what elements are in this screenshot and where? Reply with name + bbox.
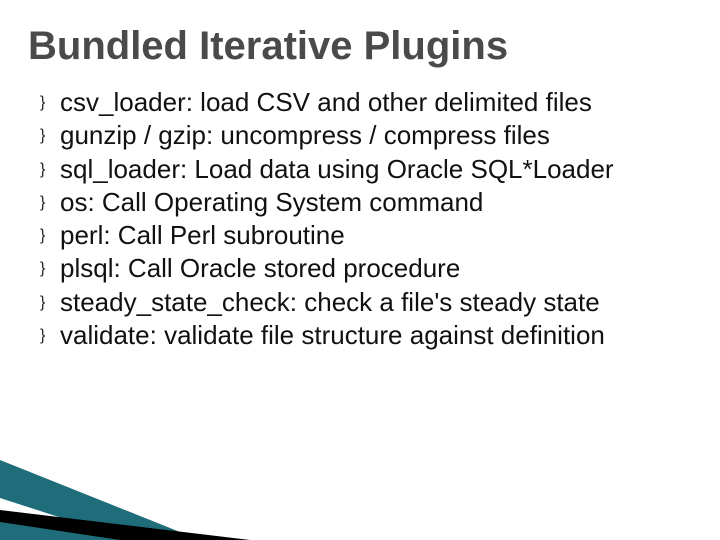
list-item: } perl: Call Perl subroutine [40, 219, 692, 252]
list-item-text: steady_state_check: check a file's stead… [60, 286, 692, 319]
bullet-icon: } [40, 153, 60, 186]
bullet-icon: } [40, 252, 60, 285]
list-item: } gunzip / gzip: uncompress / compress f… [40, 119, 692, 152]
bullet-icon: } [40, 319, 60, 352]
list-item-text: csv_loader: load CSV and other delimited… [60, 86, 692, 119]
list-item-text: perl: Call Perl subroutine [60, 219, 692, 252]
list-item-text: gunzip / gzip: uncompress / compress fil… [60, 119, 692, 152]
corner-wedge-icon [0, 460, 260, 540]
bullet-icon: } [40, 219, 60, 252]
bullet-list: } csv_loader: load CSV and other delimit… [28, 86, 692, 352]
bullet-icon: } [40, 86, 60, 119]
list-item-text: sql_loader: Load data using Oracle SQL*L… [60, 153, 692, 186]
bullet-icon: } [40, 286, 60, 319]
slide: Bundled Iterative Plugins } csv_loader: … [0, 0, 720, 540]
list-item: } csv_loader: load CSV and other delimit… [40, 86, 692, 119]
list-item: } steady_state_check: check a file's ste… [40, 286, 692, 319]
list-item-text: validate: validate file structure agains… [60, 319, 692, 352]
list-item: } validate: validate file structure agai… [40, 319, 692, 352]
list-item-text: os: Call Operating System command [60, 186, 692, 219]
list-item-text: plsql: Call Oracle stored procedure [60, 252, 692, 285]
bullet-icon: } [40, 186, 60, 219]
list-item: } plsql: Call Oracle stored procedure [40, 252, 692, 285]
page-title: Bundled Iterative Plugins [28, 24, 692, 68]
list-item: } os: Call Operating System command [40, 186, 692, 219]
list-item: } sql_loader: Load data using Oracle SQL… [40, 153, 692, 186]
bullet-icon: } [40, 119, 60, 152]
